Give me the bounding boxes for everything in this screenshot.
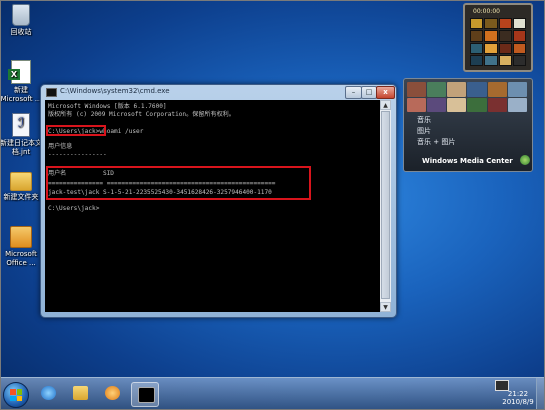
window-title: C:\Windows\system32\cmd.exe	[60, 87, 170, 95]
console-line: 用户信息	[48, 143, 73, 150]
close-button[interactable]: x	[376, 86, 395, 99]
media-center-gadget[interactable]: 音乐 图片 音乐 + 图片 Windows Media Center	[403, 78, 533, 172]
desktop-icon-label: 回收站	[10, 28, 32, 36]
highlight-command-prompt	[46, 125, 106, 136]
media-item-pictures[interactable]: 图片	[417, 126, 431, 136]
highlight-user-sid	[46, 166, 311, 200]
desktop-icon-journal[interactable]: ℐ 新建日记本文 档.jnt	[0, 113, 45, 157]
puzzle-grid[interactable]	[470, 18, 526, 66]
scroll-thumb[interactable]	[381, 111, 390, 299]
media-item-music-pictures[interactable]: 音乐 + 图片	[417, 137, 455, 147]
media-center-label: Windows Media Center	[422, 157, 513, 165]
console-prompt: C:\Users\jack>	[48, 205, 100, 212]
console-output[interactable]: Microsoft Windows [版本 6.1.7600] 版权所有 (c)…	[45, 100, 380, 312]
folder-icon	[73, 386, 88, 400]
start-button[interactable]	[3, 382, 29, 408]
media-thumbnails	[407, 82, 527, 112]
taskbar-command-prompt[interactable]	[131, 382, 159, 407]
desktop-icon-label: 新建 Microsoft ...	[0, 86, 42, 103]
cmd-titlebar[interactable]: C:\Windows\system32\cmd.exe – □ x	[41, 85, 396, 99]
media-center-logo-icon	[520, 155, 530, 165]
desktop-icon-label: Microsoft Office ...	[5, 250, 37, 267]
desktop-icon-excel-file[interactable]: 新建 Microsoft ...	[0, 60, 45, 104]
show-desktop-button[interactable]	[536, 378, 545, 409]
taskbar-media-player[interactable]	[99, 382, 125, 405]
command-prompt-icon	[138, 387, 155, 403]
system-clock[interactable]: 21:22 2010/8/9	[495, 390, 541, 406]
internet-explorer-icon	[41, 386, 56, 400]
folder-icon	[10, 172, 32, 191]
media-item-music[interactable]: 音乐	[417, 115, 431, 125]
console-line: ----------------	[48, 151, 107, 158]
console-line: 版权所有 (c) 2009 Microsoft Corporation。保留所有…	[48, 111, 235, 118]
minimize-button[interactable]: –	[345, 86, 362, 99]
clock-date: 2010/8/9	[502, 398, 534, 406]
picture-puzzle-gadget[interactable]: 00:00:00	[463, 3, 533, 72]
recycle-bin-icon	[12, 4, 30, 26]
cmd-icon	[46, 88, 57, 97]
desktop-icon-office[interactable]: Microsoft Office ...	[0, 226, 45, 268]
puzzle-timer: 00:00:00	[473, 8, 500, 15]
desktop-icon-label: 新建日记本文 档.jnt	[0, 139, 42, 156]
clock-time: 21:22	[507, 390, 529, 398]
scroll-up-button[interactable]: ▲	[380, 100, 391, 110]
media-player-icon	[105, 386, 120, 400]
windows-logo-icon	[10, 389, 22, 401]
vertical-scrollbar[interactable]: ▲ ▼	[380, 100, 391, 312]
office-icon	[10, 226, 32, 248]
taskbar-windows-explorer[interactable]	[67, 382, 93, 405]
desktop-icon-folder[interactable]: 新建文件夹	[0, 172, 45, 202]
desktop-icon-recycle-bin[interactable]: 回收站	[0, 4, 45, 37]
desktop-icon-label: 新建文件夹	[3, 193, 39, 201]
journal-document-icon: ℐ	[12, 113, 30, 137]
cmd-window[interactable]: C:\Windows\system32\cmd.exe – □ x Micros…	[40, 84, 397, 318]
maximize-button[interactable]: □	[361, 86, 377, 99]
console-line: Microsoft Windows [版本 6.1.7600]	[48, 103, 167, 110]
taskbar-internet-explorer[interactable]	[35, 382, 61, 405]
scroll-down-button[interactable]: ▼	[380, 302, 391, 312]
taskbar: 21:22 2010/8/9	[1, 377, 545, 409]
excel-file-icon	[8, 60, 31, 84]
